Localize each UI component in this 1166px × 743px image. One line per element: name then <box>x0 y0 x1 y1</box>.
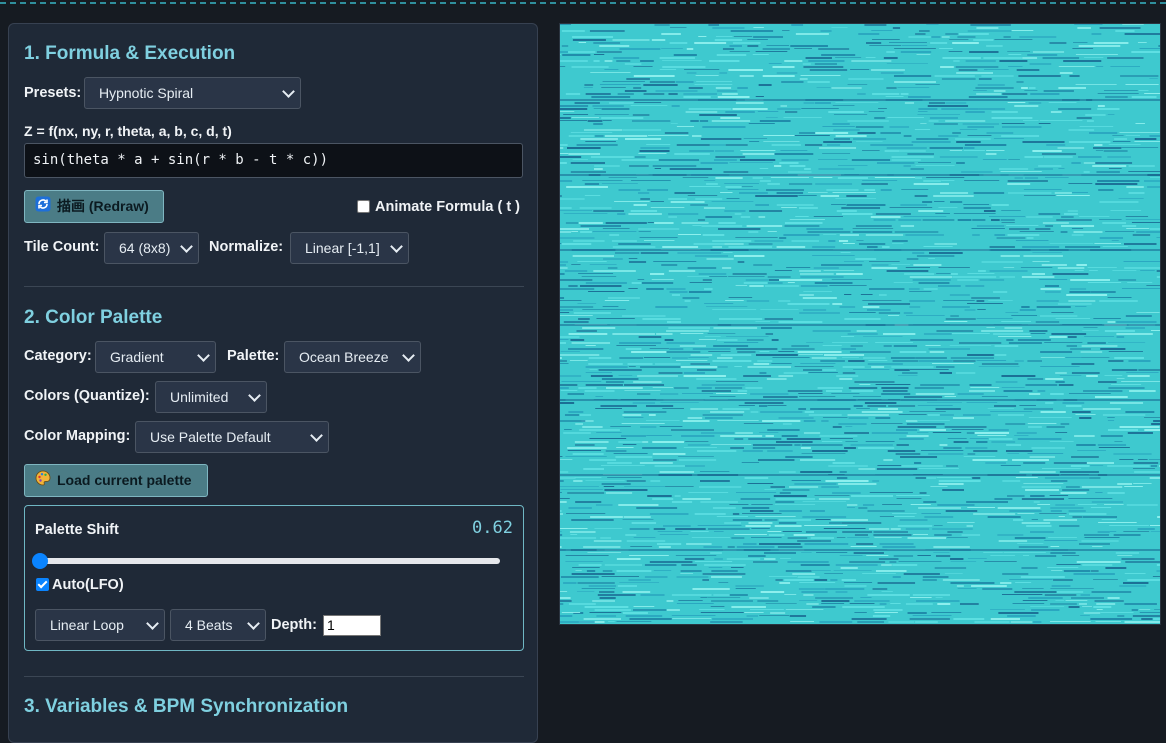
refresh-icon <box>35 192 51 223</box>
chevron-down-icon <box>146 617 159 630</box>
palette-label: Palette: <box>227 348 279 364</box>
redraw-button-label: 描画 (Redraw) <box>57 198 149 214</box>
chevron-down-icon <box>390 240 403 253</box>
normalize-select[interactable]: Linear [-1,1] <box>290 232 409 264</box>
render-canvas[interactable] <box>559 23 1161 625</box>
palette-select-value: Ocean Breeze <box>299 349 389 365</box>
redraw-button[interactable]: 描画 (Redraw) <box>24 190 164 223</box>
tile-count-select-value: 64 (8x8) <box>119 240 170 256</box>
control-panel: 1. Formula & Execution Presets: Hypnotic… <box>8 23 538 743</box>
top-dashed-border <box>0 2 1166 4</box>
chevron-down-icon <box>247 617 260 630</box>
formula-input[interactable]: sin(theta * a + sin(r * b - t * c)) <box>24 143 523 178</box>
palette-shift-slider-thumb[interactable] <box>32 553 48 569</box>
section-title-variables: 3. Variables & BPM Synchronization <box>24 696 348 718</box>
presets-select[interactable]: Hypnotic Spiral <box>84 77 301 109</box>
quantize-select[interactable]: Unlimited <box>155 381 267 413</box>
quantize-select-value: Unlimited <box>170 389 228 405</box>
palette-shift-slider[interactable] <box>40 558 500 564</box>
lfo-beats-select-value: 4 Beats <box>185 617 232 633</box>
category-select-value: Gradient <box>110 349 164 365</box>
palette-shift-label: Palette Shift <box>35 522 119 538</box>
chevron-down-icon <box>248 389 261 402</box>
animate-formula-label: Animate Formula ( t ) <box>375 199 520 215</box>
tile-count-label: Tile Count: <box>24 239 99 255</box>
palette-shift-value: 0.62 <box>472 518 513 538</box>
palette-shift-box: Palette Shift 0.62 Auto(LFO) Linear Loop… <box>24 505 524 651</box>
expression-label: Z = f(nx, ny, r, theta, a, b, c, d, t) <box>24 123 232 139</box>
palette-select[interactable]: Ocean Breeze <box>284 341 421 373</box>
load-palette-button[interactable]: Load current palette <box>24 464 208 497</box>
chevron-down-icon <box>282 85 295 98</box>
chevron-down-icon <box>197 349 210 362</box>
category-select[interactable]: Gradient <box>95 341 216 373</box>
color-mapping-select[interactable]: Use Palette Default <box>135 421 329 453</box>
tile-count-select[interactable]: 64 (8x8) <box>104 232 199 264</box>
section-divider <box>24 676 524 677</box>
normalize-select-value: Linear [-1,1] <box>305 240 380 256</box>
depth-label: Depth: <box>271 617 317 633</box>
depth-input[interactable]: 1 <box>323 615 381 636</box>
normalize-label: Normalize: <box>209 239 283 255</box>
color-mapping-select-value: Use Palette Default <box>150 429 271 445</box>
category-label: Category: <box>24 348 92 364</box>
section-divider <box>24 286 524 287</box>
presets-select-value: Hypnotic Spiral <box>99 85 193 101</box>
lfo-beats-select[interactable]: 4 Beats <box>170 609 266 641</box>
palette-icon <box>35 466 51 497</box>
render-canvas-image <box>560 24 1160 624</box>
color-mapping-label: Color Mapping: <box>24 428 130 444</box>
chevron-down-icon <box>180 240 193 253</box>
lfo-mode-select-value: Linear Loop <box>50 617 124 633</box>
chevron-down-icon <box>310 429 323 442</box>
section-title-formula: 1. Formula & Execution <box>24 43 235 65</box>
load-palette-button-label: Load current palette <box>57 472 192 488</box>
auto-lfo-label: Auto(LFO) <box>52 577 124 593</box>
section-title-palette: 2. Color Palette <box>24 307 162 329</box>
chevron-down-icon <box>402 349 415 362</box>
auto-lfo-checkbox[interactable] <box>36 578 49 591</box>
lfo-mode-select[interactable]: Linear Loop <box>35 609 165 641</box>
presets-label: Presets: <box>24 85 81 101</box>
quantize-label: Colors (Quantize): <box>24 388 150 404</box>
animate-formula-checkbox[interactable] <box>357 200 370 213</box>
